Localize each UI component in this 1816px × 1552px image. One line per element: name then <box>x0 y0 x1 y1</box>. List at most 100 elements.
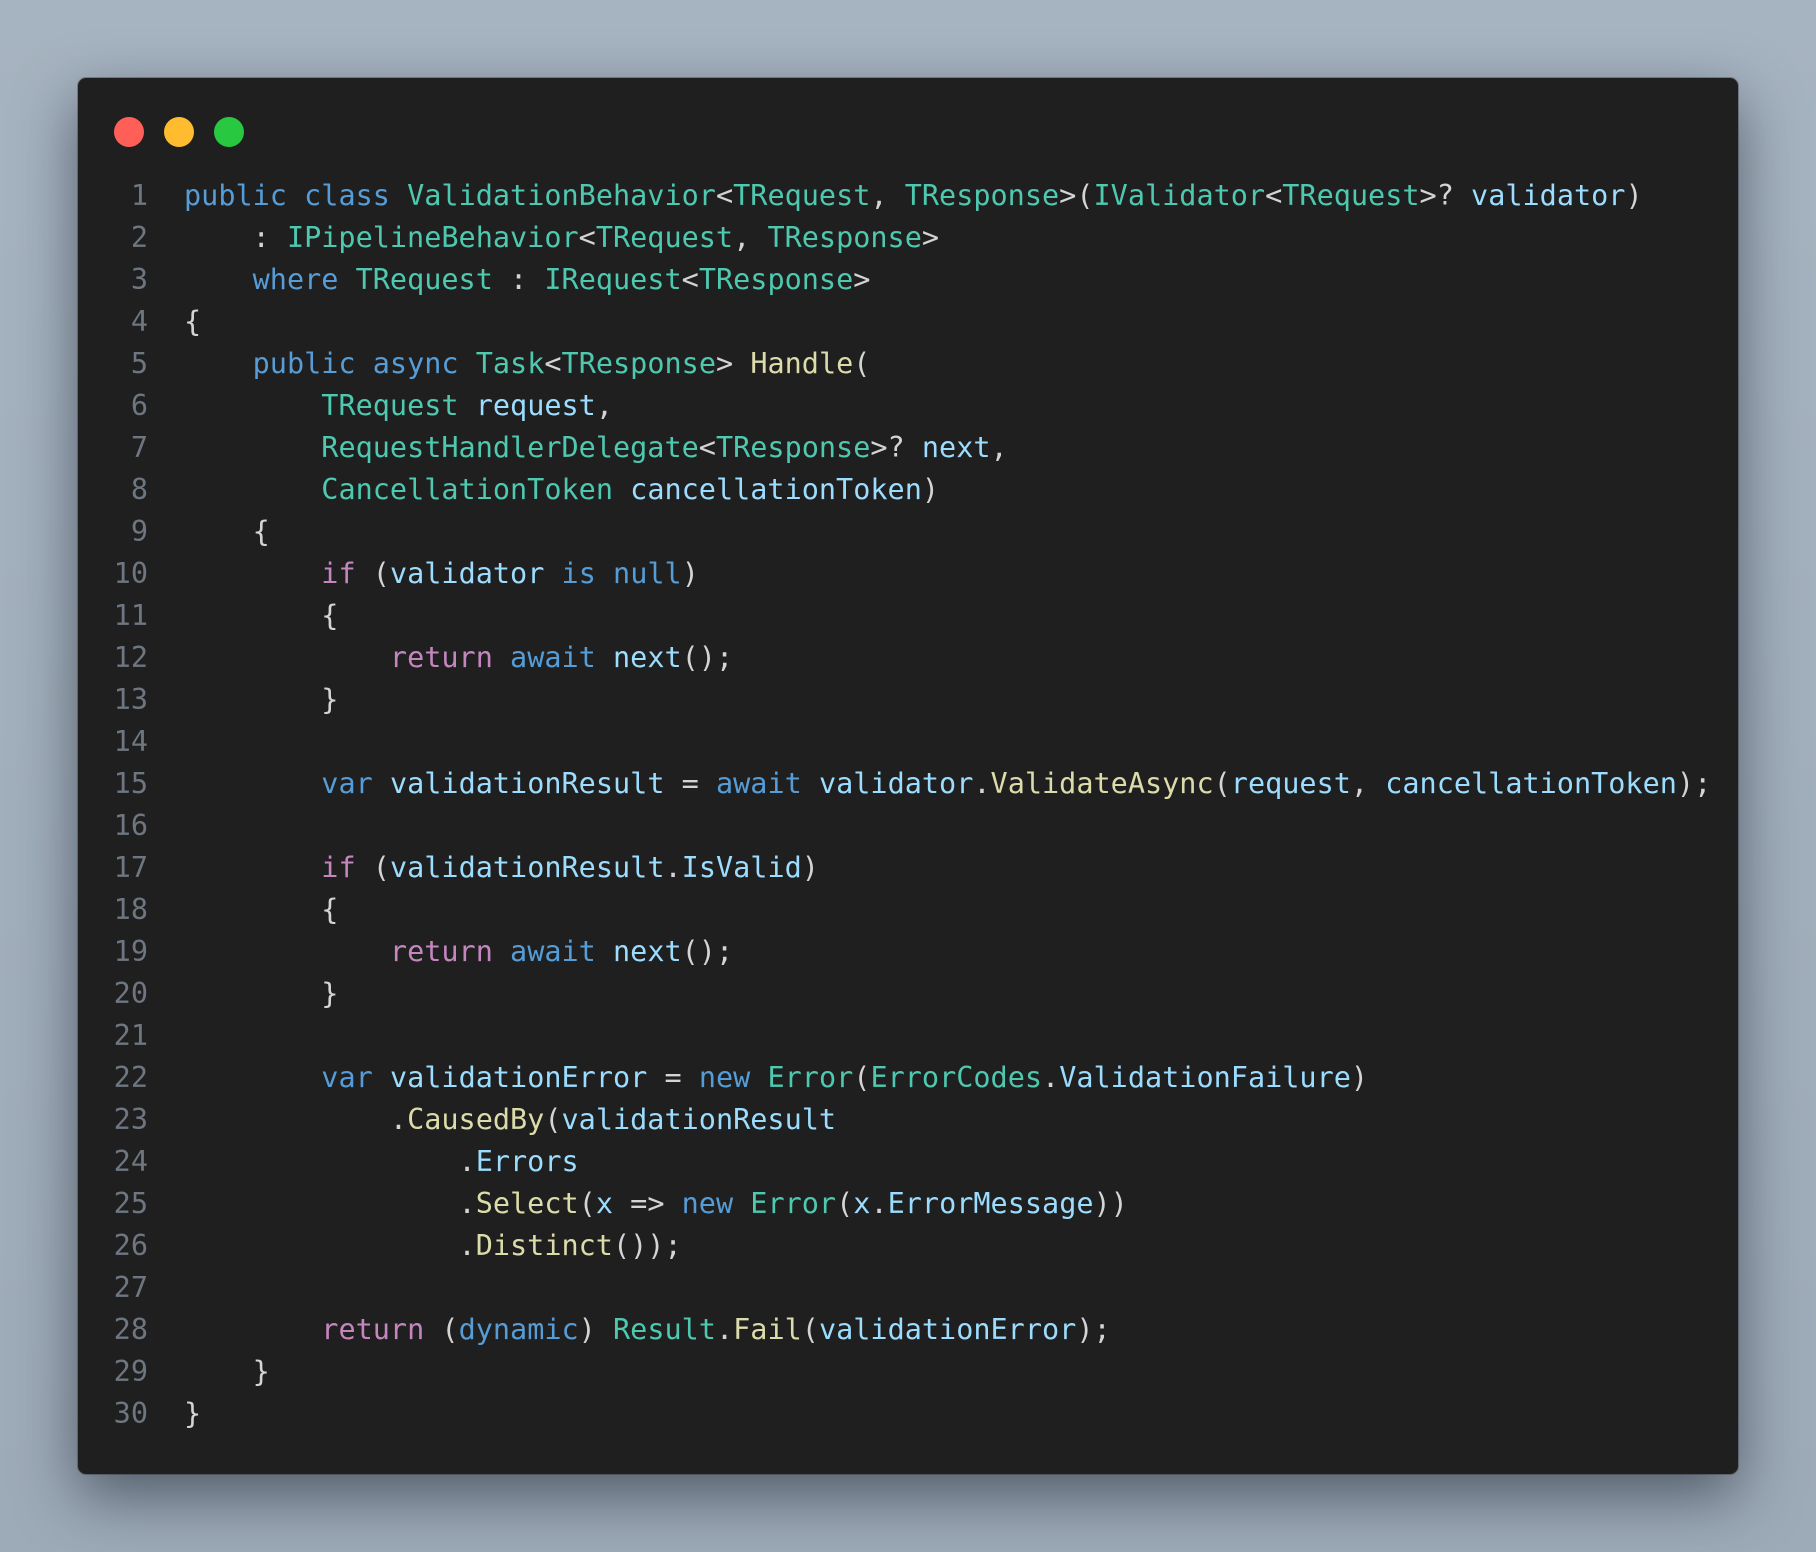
code-token: TRequest <box>321 389 459 422</box>
line-number: 5 <box>130 347 148 380</box>
code-token: return <box>389 935 493 968</box>
code-token: . <box>184 1229 476 1262</box>
code-line: 25 .Select(x => new Error(x.ErrorMessage… <box>78 1183 1738 1225</box>
zoom-window-dot-icon[interactable] <box>214 117 244 147</box>
code-line: 9 { <box>78 511 1738 553</box>
line-number: 15 <box>113 767 148 800</box>
code-text: CancellationToken cancellationToken) <box>184 469 939 511</box>
code-token: if <box>321 557 356 590</box>
code-line: 7 RequestHandlerDelegate<TResponse>? nex… <box>78 427 1738 469</box>
code-line: 11 { <box>78 595 1738 637</box>
code-line: 22 var validationError = new Error(Error… <box>78 1057 1738 1099</box>
code-token: ) <box>921 473 940 506</box>
code-token: Handle <box>750 347 854 380</box>
code-line: 14 <box>78 721 1738 763</box>
code-token: TResponse <box>698 263 854 296</box>
code-text: .Distinct()); <box>184 1225 682 1267</box>
code-token: validationResult <box>389 767 665 800</box>
line-number: 25 <box>113 1187 148 1220</box>
code-line: 16 <box>78 805 1738 847</box>
code-token: ( <box>424 1313 459 1346</box>
code-block: 1 public class ValidationBehavior<TReques… <box>78 175 1738 1435</box>
code-token: Select <box>475 1187 579 1220</box>
code-line: 6 TRequest request, <box>78 385 1738 427</box>
line-number: 30 <box>113 1397 148 1430</box>
code-text: } <box>184 1351 270 1393</box>
code-token: ( <box>578 1187 596 1220</box>
code-token: return <box>389 641 493 674</box>
code-token: < <box>681 263 699 296</box>
code-token: . <box>184 1103 408 1136</box>
code-token: next <box>921 431 991 464</box>
code-token: var <box>321 1061 373 1094</box>
code-text: RequestHandlerDelegate<TResponse>? next, <box>184 427 1008 469</box>
code-line: 29 } <box>78 1351 1738 1393</box>
code-text: public class ValidationBehavior<TRequest… <box>184 175 1643 217</box>
code-token: >( <box>1059 179 1094 212</box>
code-token: validationResult <box>561 1103 837 1136</box>
code-token: Error <box>767 1061 854 1094</box>
line-number: 7 <box>130 431 148 464</box>
code-token: TRequest <box>733 179 871 212</box>
line-number: 27 <box>113 1271 148 1304</box>
code-token: } <box>184 977 339 1010</box>
code-token: validationError <box>818 1313 1077 1346</box>
code-token: validator <box>389 557 545 590</box>
code-text: } <box>184 973 338 1015</box>
code-text: where TRequest : IRequest<TResponse> <box>184 259 871 301</box>
code-token: ValidationFailure <box>1059 1061 1351 1094</box>
line-number: 12 <box>113 641 148 674</box>
code-token: IsValid <box>681 851 802 884</box>
code-text: TRequest request, <box>184 385 613 427</box>
code-token: ) <box>1625 179 1643 212</box>
code-token: CancellationToken <box>321 473 613 506</box>
code-token: : <box>184 221 287 254</box>
code-token: ( <box>853 1061 871 1094</box>
code-token: ); <box>1076 1313 1111 1346</box>
code-token: > <box>853 263 871 296</box>
code-token: TRequest <box>595 221 734 254</box>
code-token: < <box>578 221 596 254</box>
code-token: ErrorCodes <box>870 1061 1043 1094</box>
code-text: : IPipelineBehavior<TRequest, TResponse> <box>184 217 939 259</box>
code-line: 30} <box>78 1393 1738 1435</box>
code-token: Task <box>475 347 545 380</box>
code-token: validationResult <box>389 851 665 884</box>
code-token: . <box>973 767 991 800</box>
code-token: public <box>184 179 287 212</box>
code-token: public <box>252 347 356 380</box>
line-number: 29 <box>113 1355 148 1388</box>
code-token: class <box>304 179 390 212</box>
code-token: ( <box>853 347 871 380</box>
code-token: ()); <box>612 1229 682 1262</box>
line-number: 1 <box>130 179 148 212</box>
close-window-dot-icon[interactable] <box>114 117 144 147</box>
line-number: 21 <box>113 1019 148 1052</box>
code-token: >? <box>1419 179 1472 212</box>
code-token: TRequest <box>1282 179 1420 212</box>
minimize-window-dot-icon[interactable] <box>164 117 194 147</box>
code-token: return <box>321 1313 425 1346</box>
code-line: 1 public class ValidationBehavior<TReques… <box>78 175 1738 217</box>
code-token: CausedBy <box>407 1103 545 1136</box>
code-token: (); <box>681 935 734 968</box>
code-token: >? <box>870 431 922 464</box>
code-line: 19 return await next(); <box>78 931 1738 973</box>
code-token: IPipelineBehavior <box>286 221 579 254</box>
code-token: next <box>613 641 682 674</box>
code-token: ) <box>801 851 819 884</box>
line-number: 18 <box>113 893 148 926</box>
code-text: return await next(); <box>184 931 733 973</box>
code-token: , <box>990 431 1008 464</box>
code-text: public async Task<TResponse> Handle( <box>184 343 871 385</box>
line-number: 19 <box>113 935 148 968</box>
